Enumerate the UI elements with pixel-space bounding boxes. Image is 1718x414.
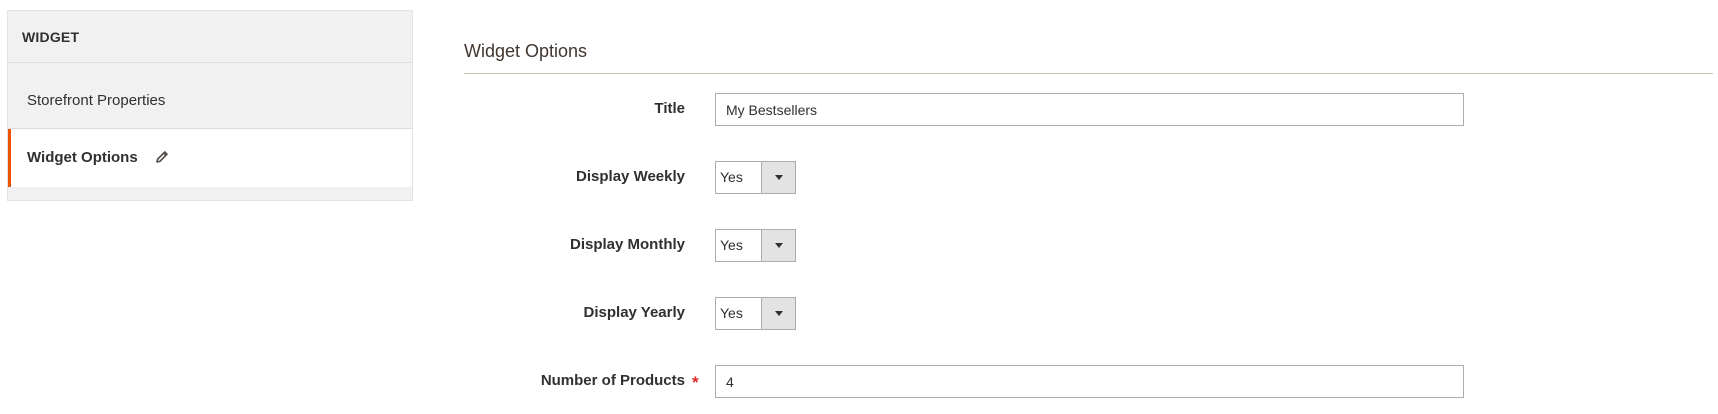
title-input[interactable] <box>715 93 1464 126</box>
section-title: Widget Options <box>464 41 588 61</box>
required-marker: * <box>692 373 699 392</box>
number-of-products-input[interactable] <box>715 365 1464 398</box>
select-value: Yes <box>720 169 743 185</box>
display-yearly-label: Display Yearly <box>583 304 685 321</box>
tab-label: Widget Options <box>27 149 138 166</box>
display-weekly-label: Display Weekly <box>576 168 685 185</box>
number-of-products-label: Number of Products <box>540 372 685 389</box>
chevron-down-icon <box>761 298 795 329</box>
display-yearly-select[interactable]: Yes <box>715 297 796 330</box>
pencil-edit-icon <box>154 149 170 165</box>
display-monthly-select[interactable]: Yes <box>715 229 796 262</box>
chevron-down-icon <box>761 162 795 193</box>
title-label: Title <box>654 100 685 117</box>
widget-tabs-panel: WIDGET Storefront Properties Widget Opti… <box>7 10 413 201</box>
chevron-down-icon <box>761 230 795 261</box>
tab-widget-options[interactable]: Widget Options <box>8 129 412 187</box>
select-value: Yes <box>720 305 743 321</box>
section-divider <box>464 73 1713 74</box>
select-value: Yes <box>720 237 743 253</box>
display-weekly-select[interactable]: Yes <box>715 161 796 194</box>
tab-storefront-properties[interactable]: Storefront Properties <box>8 63 412 129</box>
tab-label: Storefront Properties <box>27 92 166 109</box>
page: WIDGET Storefront Properties Widget Opti… <box>0 0 1718 414</box>
display-monthly-label: Display Monthly <box>569 236 685 253</box>
panel-title: WIDGET <box>8 11 412 63</box>
